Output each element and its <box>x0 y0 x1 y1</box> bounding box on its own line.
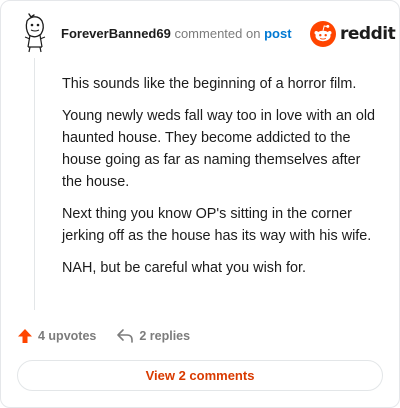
comment-body: This sounds like the beginning of a horr… <box>62 73 377 289</box>
comment-card: ForeverBanned69 commented on post reddit… <box>0 0 400 408</box>
comment-paragraph: This sounds like the beginning of a horr… <box>62 76 357 92</box>
view-comments-button[interactable]: View 2 comments <box>17 360 383 391</box>
replies-count: 2 replies <box>139 329 191 343</box>
reddit-logo[interactable]: reddit <box>310 21 396 47</box>
upvote-button[interactable]: 4 upvotes <box>17 328 96 344</box>
reddit-wordmark: reddit <box>340 24 396 44</box>
reddit-snoo-icon <box>310 21 336 47</box>
comment-actions: 4 upvotes 2 replies <box>17 326 190 346</box>
upvote-arrow-icon <box>18 329 32 343</box>
view-comments-label: View 2 comments <box>145 368 255 383</box>
comment-header: ForeverBanned69 commented on post <box>61 26 292 41</box>
avatar[interactable] <box>21 13 49 53</box>
comment-paragraph: Next thing you know OP's sitting in the … <box>62 206 372 244</box>
username[interactable]: ForeverBanned69 <box>61 26 171 41</box>
reply-arrow-icon <box>117 329 134 343</box>
comment-paragraph: Young newly weds fall way too in love wi… <box>62 108 376 190</box>
commented-on-text: commented on <box>174 26 261 41</box>
comment-paragraph: NAH, but be careful what you wish for. <box>62 260 306 276</box>
upvote-count: 4 upvotes <box>38 329 97 343</box>
replies-button[interactable]: 2 replies <box>116 328 190 344</box>
post-link[interactable]: post <box>264 26 291 41</box>
thread-line <box>34 58 35 310</box>
